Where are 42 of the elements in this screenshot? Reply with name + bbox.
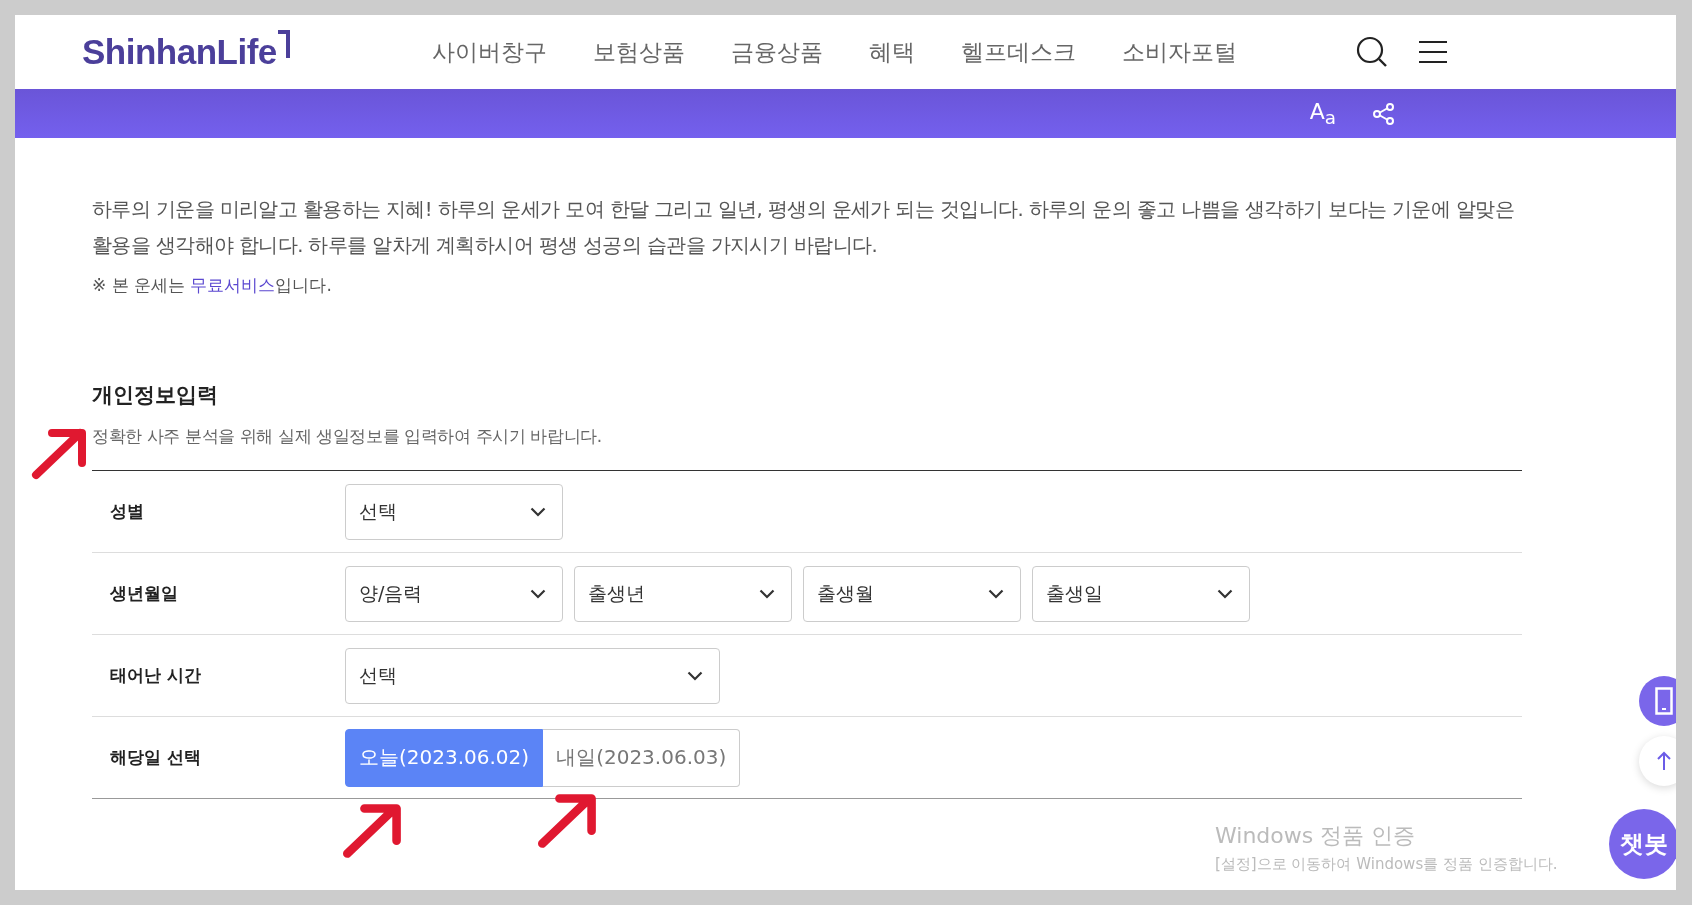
free-service-link[interactable]: 무료서비스 — [190, 275, 276, 295]
nav-link[interactable]: 혜택 — [869, 36, 915, 68]
chevron-down-icon — [530, 588, 546, 599]
chevron-down-icon — [1217, 588, 1233, 599]
chevron-down-icon — [530, 506, 546, 517]
select-dropdown[interactable]: 출생년 — [574, 565, 792, 622]
chevron-down-icon — [759, 588, 775, 599]
nav-link[interactable]: 보험상품 — [593, 36, 685, 68]
chevron-down-icon — [988, 588, 1004, 599]
field-label: 성별 — [109, 500, 145, 523]
arrow-up-icon — [1657, 751, 1671, 771]
search-icon[interactable] — [1356, 36, 1388, 68]
intro-paragraph: 하루의 기운을 미리알고 활용하는 지혜! 하루의 운세가 모여 한달 그리고 일년, 평생의 운세가 되는 것입니다. 하루의 운의 좋고 나쁨을 생각하기 보다는 기운에 알맞은 활용을 생각해야 합니다. 하루를 알차게 계획하시어 평생 성공의 습관을 가지시기 바랍니다. — [92, 197, 1515, 259]
notice-text: ※ 본 운세는 무료서비스입니다. — [92, 274, 333, 297]
field-label: 생년월일 — [109, 582, 179, 605]
select-dropdown[interactable]: 출생월 — [803, 565, 1021, 622]
select-dropdown[interactable]: 출생일 — [1032, 565, 1250, 622]
field-label: 태어난 시간 — [109, 664, 202, 687]
scroll-top-button[interactable] — [1639, 736, 1676, 786]
activation-message: [설정]으로 이동하여 Windows를 정품 인증합니다. — [1215, 855, 1558, 874]
activation-title: Windows 정품 인증 — [1215, 822, 1417, 850]
nav-link[interactable]: 소비자포털 — [1122, 36, 1237, 68]
date-option-tab[interactable]: 오늘(2023.06.02) — [345, 728, 544, 787]
chevron-down-icon — [687, 670, 703, 681]
mobile-button[interactable] — [1639, 676, 1676, 726]
nav-link[interactable]: 금융상품 — [731, 36, 823, 68]
field-label: 해당일 선택 — [109, 746, 202, 769]
share-icon[interactable] — [1372, 101, 1396, 126]
menu-icon[interactable] — [1418, 40, 1448, 64]
chatbot-button[interactable]: 챗봇 — [1609, 809, 1676, 879]
logo[interactable]: ShinhanLife — [82, 32, 277, 72]
section-title: 개인정보입력 — [92, 382, 219, 409]
phone-icon — [1655, 687, 1673, 715]
section-subtitle: 정확한 사주 분석을 위해 실제 생일정보를 입력하여 주시기 바랍니다. — [92, 425, 603, 448]
select-dropdown[interactable]: 선택 — [345, 647, 720, 704]
nav-link[interactable]: 사이버창구 — [432, 36, 547, 68]
corner-mark-icon — [277, 30, 290, 60]
font-size-button[interactable]: A$_{a}$ — [1309, 98, 1336, 129]
nav-link[interactable]: 헬프데스크 — [961, 36, 1076, 68]
select-dropdown[interactable]: 선택 — [345, 483, 563, 540]
date-option-tab[interactable]: 내일(2023.06.03) — [543, 728, 741, 787]
select-dropdown[interactable]: 양/음력 — [345, 565, 563, 622]
